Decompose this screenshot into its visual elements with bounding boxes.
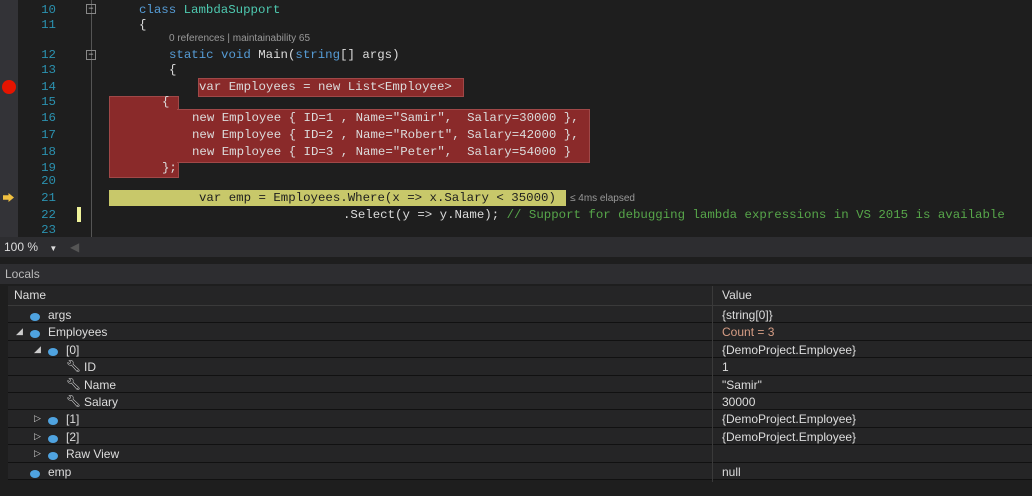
column-header-name[interactable]: Name [14, 288, 46, 302]
expand-icon[interactable]: ▷ [34, 413, 41, 424]
field-icon [30, 310, 40, 324]
params: [] args) [340, 48, 400, 62]
panel-title: Locals [5, 267, 40, 281]
collapse-icon[interactable]: ◢ [34, 344, 41, 355]
fold-line [91, 0, 92, 237]
field-icon [30, 467, 40, 481]
code-line-19: }; [162, 161, 177, 175]
field-icon [30, 327, 40, 341]
field-icon [48, 449, 58, 463]
variable-value[interactable]: {DemoProject.Employee} [722, 343, 856, 357]
locals-row[interactable]: args {string[0]} [8, 306, 1032, 324]
zoom-bar: 100 % ▼ ◀ [0, 237, 1032, 257]
line-number: 18 [41, 145, 56, 159]
keyword: string [295, 48, 341, 62]
keyword: class [139, 3, 177, 17]
locals-panel-title: Locals [0, 264, 1032, 284]
field-icon [48, 345, 58, 359]
keyword: static void [169, 48, 251, 62]
locals-row[interactable]: ▷ [2] {DemoProject.Employee} [8, 427, 1032, 446]
locals-row[interactable]: ▷ [1] {DemoProject.Employee} [8, 410, 1032, 428]
variable-value[interactable]: {DemoProject.Employee} [722, 412, 856, 426]
variable-name: Salary [84, 394, 119, 409]
locals-row[interactable]: ▷ Raw View [8, 445, 1032, 463]
locals-row[interactable]: ◢ Employees Count = 3 [8, 323, 1032, 341]
line-number: 11 [41, 18, 56, 32]
code-line-22: .Select(y => y.Name); // Support for deb… [343, 208, 1005, 222]
code-editor[interactable]: − − 10 11 12 13 14 15 16 17 18 19 20 21 22 23 class L… [0, 0, 1032, 237]
expand-icon[interactable]: ▷ [34, 431, 41, 442]
scroll-left-icon[interactable]: ◀ [70, 240, 79, 254]
comment: // Support for debugging lambda expressi… [506, 208, 1005, 222]
code-line-16: new Employee { ID=1 , Name="Samir", Sala… [192, 111, 579, 125]
property-wrench-icon: 🔧︎ [66, 393, 82, 408]
line-number: 12 [41, 48, 56, 62]
class-name: LambdaSupport [183, 3, 281, 17]
line-number: 13 [41, 63, 56, 77]
line-number: 21 [41, 191, 56, 205]
property-wrench-icon: 🔧︎ [66, 359, 82, 374]
column-header-value[interactable]: Value [722, 288, 752, 302]
variable-name: ID [84, 360, 96, 375]
locals-row[interactable]: 🔧︎ ID 1 [8, 358, 1032, 376]
collapse-icon[interactable]: − [86, 50, 96, 60]
variable-value[interactable]: {DemoProject.Employee} [722, 430, 856, 444]
code-text: .Select(y => y.Name); [343, 208, 500, 222]
codelens[interactable]: 0 references | maintainability 65 [169, 33, 310, 44]
table-header: Name Value [8, 286, 1032, 306]
locals-row[interactable]: ◢ [0] {DemoProject.Employee} [8, 340, 1032, 359]
variable-name: [0] [66, 342, 80, 357]
field-icon [48, 432, 58, 446]
variable-value[interactable]: null [722, 465, 741, 479]
zoom-select[interactable]: 100 % ▼ [4, 240, 57, 254]
code-line-14: var Employees = new List<Employee> [199, 80, 452, 94]
line-number: 20 [41, 174, 56, 188]
column-divider[interactable] [712, 286, 713, 482]
variable-value[interactable]: 30000 [722, 395, 755, 409]
line-number: 10 [41, 3, 56, 17]
locals-row[interactable]: 🔧︎ Name "Samir" [8, 375, 1032, 393]
variable-name: Employees [48, 325, 108, 340]
code-line-17: new Employee { ID=2 , Name="Robert", Sal… [192, 128, 579, 142]
variable-name: Raw View [66, 447, 120, 462]
code-line-18: new Employee { ID=3 , Name="Peter", Sala… [192, 145, 572, 159]
code-line-21: var emp = Employees.Where(x => x.Salary … [199, 191, 556, 205]
perf-tip[interactable]: ≤ 4ms elapsed [570, 193, 635, 204]
collapse-icon[interactable]: ◢ [16, 326, 23, 337]
locals-row[interactable]: 🔧︎ Salary 30000 [8, 392, 1032, 411]
line-number: 23 [41, 223, 56, 237]
method-name: Main( [258, 48, 296, 62]
variable-name: [2] [66, 429, 80, 444]
field-icon [48, 414, 58, 428]
breakpoint-icon[interactable] [2, 80, 16, 94]
variable-name: Name [84, 377, 117, 392]
variable-value[interactable]: 1 [722, 360, 729, 374]
code-line-12: static void Main(string[] args) [169, 48, 400, 62]
code-line-15: { [162, 95, 170, 109]
line-number: 16 [41, 111, 56, 125]
property-wrench-icon: 🔧︎ [66, 376, 82, 391]
variable-name: args [48, 308, 72, 322]
zoom-value: 100 % [4, 240, 39, 254]
collapse-icon[interactable]: − [86, 4, 96, 14]
code-line-13: { [169, 63, 177, 77]
line-number: 22 [41, 208, 56, 222]
variable-name: [1] [66, 412, 80, 427]
variable-value[interactable]: Count = 3 [722, 325, 774, 339]
code-line-10: class LambdaSupport [139, 3, 280, 17]
locals-row[interactable]: emp null [8, 462, 1032, 481]
line-number: 14 [41, 80, 56, 94]
code-line-11: { [139, 18, 147, 32]
locals-table: Name Value args {string[0]} ◢ Employees Count… [8, 286, 1032, 480]
line-number: 19 [41, 161, 56, 175]
variable-value[interactable]: "Samir" [722, 378, 762, 392]
variable-name: emp [48, 464, 72, 479]
change-marker [77, 207, 81, 222]
line-number: 15 [41, 95, 56, 109]
chevron-down-icon: ▼ [49, 244, 58, 253]
expand-icon[interactable]: ▷ [34, 448, 41, 459]
variable-value[interactable]: {string[0]} [722, 308, 773, 322]
line-number: 17 [41, 128, 56, 142]
